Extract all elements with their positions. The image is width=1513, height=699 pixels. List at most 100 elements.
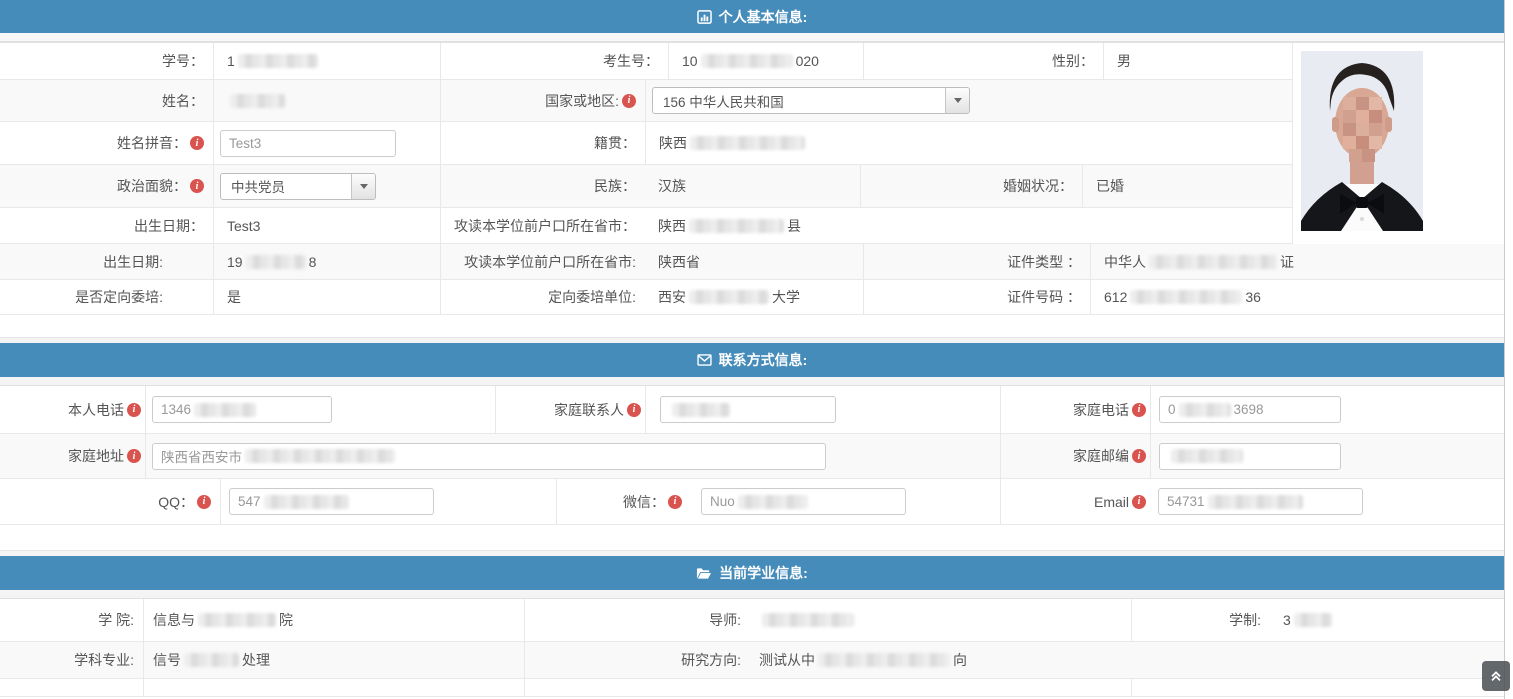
family-contact-cell: [645, 386, 1000, 433]
directed-label: 是否定向委培:: [0, 280, 213, 314]
info-icon[interactable]: [627, 403, 641, 417]
birth-date-a-value: Test3: [213, 208, 440, 243]
home-postcode-input[interactable]: [1159, 443, 1341, 470]
ethnicity-value: 汉族: [645, 165, 860, 207]
table-row: 政治面貌： 中共党员 民族： 汉族 婚姻状况： 已婚: [0, 165, 1292, 208]
contact-info-panel-header: 联系方式信息:: [0, 337, 1504, 386]
info-icon[interactable]: [668, 495, 682, 509]
directed-value: 是: [213, 280, 440, 314]
envelope-icon: [697, 354, 712, 366]
table-row: 家庭地址 陕西省西安市 家庭邮编: [0, 434, 1504, 479]
supervisor-value: [750, 599, 1131, 641]
country-select[interactable]: 156 中华人民共和国: [652, 87, 970, 114]
pinyin-label: 姓名拼音：: [0, 122, 213, 164]
country-cell: 156 中华人民共和国: [645, 80, 1292, 121]
native-place-value: 陕西: [645, 122, 1292, 164]
political-cell: 中共党员: [213, 165, 440, 207]
qq-cell: 547: [220, 479, 556, 524]
residence-b-label: 攻读本学位前户口所在省市:: [440, 244, 645, 279]
major-label: 学科专业:: [0, 642, 143, 678]
info-icon[interactable]: [1132, 495, 1146, 509]
section-title: 当前学业信息:: [719, 563, 808, 583]
info-icon[interactable]: [197, 495, 211, 509]
id-type-label: 证件类型 ：: [863, 244, 1090, 279]
personal-info-panel-header: 个人基本信息:: [0, 0, 1504, 43]
ethnicity-label: 民族：: [440, 165, 645, 207]
name-value: [213, 80, 440, 121]
pinyin-input[interactable]: Test3: [220, 130, 396, 157]
info-icon[interactable]: [1132, 449, 1146, 463]
table-row: [0, 679, 1504, 697]
id-number-label: 证件号码 ：: [863, 280, 1090, 314]
gender-value: 男: [1103, 43, 1292, 79]
residence-a-label: 攻读本学位前户口所在省市：: [440, 208, 645, 243]
info-icon[interactable]: [190, 179, 204, 193]
home-address-cell: 陕西省西安市: [145, 434, 1000, 478]
back-to-top-button[interactable]: [1482, 661, 1510, 691]
directed-unit-value: 西安大学: [645, 280, 863, 314]
qq-input[interactable]: 547: [229, 488, 434, 515]
family-phone-cell: 03698: [1150, 386, 1504, 433]
exam-id-label: 考生号：: [440, 43, 668, 79]
section-gap: [0, 525, 1504, 550]
duration-value: 3: [1270, 599, 1504, 641]
angle-double-up-icon: [1488, 667, 1504, 686]
family-contact-label: 家庭联系人: [495, 386, 645, 433]
photo-cell: [1292, 43, 1504, 244]
name-label: 姓名：: [0, 80, 213, 121]
marital-value: 已婚: [1082, 165, 1292, 207]
info-icon[interactable]: [127, 449, 141, 463]
table-row: 是否定向委培: 是 定向委培单位: 西安大学 证件号码 ： 61236: [0, 280, 1504, 315]
id-number-value: 61236: [1090, 280, 1504, 314]
personal-phone-cell: 1346: [145, 386, 495, 433]
section-gap: [0, 315, 1504, 337]
info-icon[interactable]: [127, 403, 141, 417]
info-icon[interactable]: [1132, 403, 1146, 417]
chevron-down-icon: [351, 174, 375, 199]
personal-phone-input[interactable]: 1346: [152, 396, 332, 423]
email-label: Email: [1000, 479, 1150, 524]
panel-substrip: [0, 33, 1504, 42]
table-row: 姓名拼音： Test3 籍贯： 陕西: [0, 122, 1292, 165]
student-info-page: 个人基本信息: 学号： 1 考生号： 10020 性别： 男 姓名： 国家或地区…: [0, 0, 1513, 699]
research-label: 研究方向:: [524, 642, 750, 678]
table-row: 学科专业: 信号处理 研究方向: 测试从中向: [0, 642, 1504, 679]
student-id-label: 学号：: [0, 43, 213, 79]
section-title: 联系方式信息:: [719, 350, 808, 370]
exam-id-value: 10020: [668, 43, 863, 79]
home-address-label: 家庭地址: [0, 434, 145, 478]
id-type-value: 中华人证: [1090, 244, 1504, 279]
table-row: QQ： 547 微信： Nuo Email 54731: [0, 479, 1504, 525]
info-icon[interactable]: [622, 94, 636, 108]
wechat-input[interactable]: Nuo: [701, 488, 906, 515]
family-contact-input[interactable]: [660, 396, 836, 423]
birth-date-a-label: 出生日期：: [0, 208, 213, 243]
personal-info-header-bar: 个人基本信息:: [0, 0, 1504, 33]
wechat-cell: 微信： Nuo: [556, 479, 1000, 524]
major-value: 信号处理: [143, 642, 524, 678]
political-label: 政治面貌：: [0, 165, 213, 207]
directed-unit-label: 定向委培单位:: [440, 280, 645, 314]
student-id-value: 1: [213, 43, 440, 79]
home-postcode-label: 家庭邮编: [1000, 434, 1150, 478]
residence-a-value: 陕西县: [645, 208, 1292, 243]
college-label: 学 院:: [0, 599, 143, 641]
table-row: 出生日期: 198 攻读本学位前户口所在省市: 陕西省 证件类型 ： 中华人证: [0, 244, 1504, 280]
email-cell: 54731: [1150, 479, 1504, 524]
family-phone-label: 家庭电话: [1000, 386, 1150, 433]
main-content: 个人基本信息: 学号： 1 考生号： 10020 性别： 男 姓名： 国家或地区…: [0, 0, 1504, 697]
table-row: 学 院: 信息与院 导师: 学制: 3: [0, 599, 1504, 642]
pinyin-cell: Test3: [213, 122, 440, 164]
duration-label: 学制:: [1131, 599, 1270, 641]
personal-phone-label: 本人电话: [0, 386, 145, 433]
home-postcode-cell: [1150, 434, 1504, 478]
info-icon[interactable]: [190, 136, 204, 150]
wechat-label: 微信：: [557, 492, 691, 512]
academic-info-header-bar: 当前学业信息:: [0, 556, 1504, 590]
family-phone-input[interactable]: 03698: [1159, 396, 1341, 423]
email-input[interactable]: 54731: [1158, 488, 1363, 515]
birth-date-b-value: 198: [213, 244, 440, 279]
political-select[interactable]: 中共党员: [220, 173, 376, 200]
home-address-input[interactable]: 陕西省西安市: [152, 443, 826, 470]
scrollbar-track[interactable]: [1504, 0, 1513, 699]
